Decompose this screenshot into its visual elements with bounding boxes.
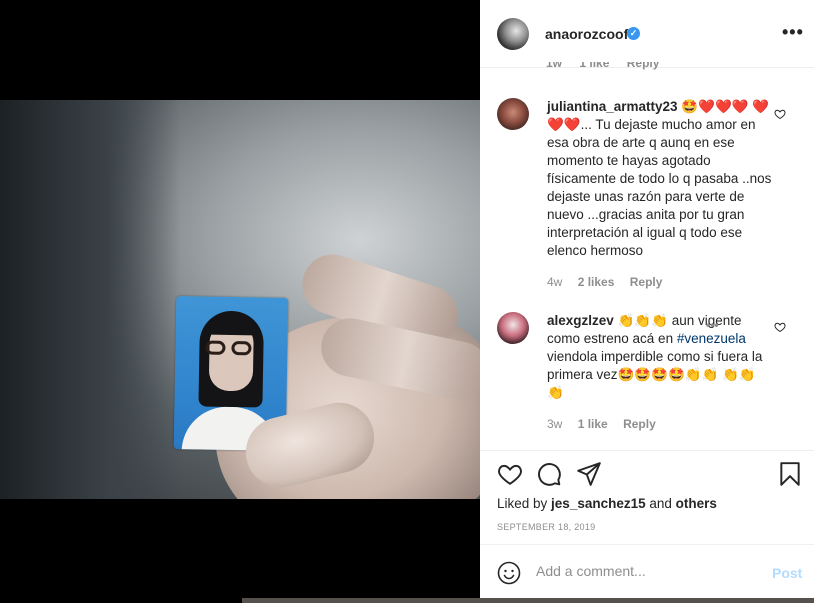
commenter-avatar[interactable]	[497, 98, 529, 130]
background-strip	[242, 598, 814, 603]
reply-button[interactable]: Reply	[630, 275, 663, 289]
liked-by: Liked by jes_sanchez15 and others	[497, 496, 717, 511]
comment-input[interactable]	[536, 563, 756, 579]
more-options-icon[interactable]: •••	[782, 22, 804, 43]
post-button[interactable]: Post	[772, 565, 802, 581]
author-username[interactable]: anaorozcoof	[545, 26, 628, 42]
comment-likes[interactable]: 1 like	[578, 417, 608, 431]
add-comment-bar: Post	[480, 544, 814, 603]
post-date[interactable]: SEPTEMBER 18, 2019	[497, 522, 595, 532]
liked-by-user[interactable]: jes_sanchez15	[551, 496, 646, 511]
post-media[interactable]	[0, 0, 480, 603]
hashtag-link[interactable]: #venezuela	[677, 331, 746, 346]
post-header: anaorozcoof ✓ •••	[480, 0, 814, 68]
verified-badge-icon: ✓	[627, 27, 640, 40]
bookmark-icon[interactable]	[777, 461, 803, 487]
cut-comment-meta: 1w 1 like Reply	[546, 62, 673, 74]
comment-text-after: viendola imperdible como si fuera la pri…	[547, 349, 763, 400]
comment-time: 4w	[547, 275, 563, 289]
post-sidebar: anaorozcoof ✓ ••• 1w 1 like Reply julian…	[480, 0, 814, 603]
video-frame[interactable]	[0, 100, 480, 499]
comment-username[interactable]: alexgzlzev	[547, 313, 614, 328]
comment-time: 3w	[547, 417, 563, 431]
comment-username[interactable]: juliantina_armatty23	[547, 99, 678, 114]
liked-by-middle: and	[645, 496, 676, 511]
author-avatar[interactable]	[497, 18, 529, 50]
background-blur	[0, 100, 180, 499]
heart-icon[interactable]	[497, 461, 523, 487]
comment-icon[interactable]	[536, 461, 562, 487]
photo-glasses	[205, 340, 259, 358]
comment-meta: 3w 1 like Reply	[547, 417, 668, 431]
cut-likes[interactable]: 1 like	[579, 62, 609, 70]
cut-time: 1w	[546, 62, 563, 70]
comment-likes[interactable]: 2 likes	[578, 275, 615, 289]
share-icon[interactable]	[576, 461, 602, 487]
comment-body: juliantina_armatty23 🤩❤️❤️❤️ ❤️❤️❤️... T…	[547, 98, 772, 260]
comment-like-icon[interactable]	[774, 321, 786, 333]
comment-text: 🤩❤️❤️❤️ ❤️❤️❤️... Tu dejaste mucho amor …	[547, 99, 772, 258]
liked-by-others[interactable]: others	[676, 496, 717, 511]
comment-meta: 4w 2 likes Reply	[547, 275, 674, 289]
commenter-avatar[interactable]	[497, 312, 529, 344]
emoji-icon[interactable]	[497, 561, 521, 585]
photo-bangs	[207, 314, 257, 336]
more-options-icon[interactable]: •••	[706, 318, 719, 332]
comment-like-icon[interactable]	[774, 108, 786, 120]
liked-by-prefix: Liked by	[497, 496, 552, 511]
comment-body: alexgzlzev 👏👏👏 aun vigente como estreno …	[547, 312, 772, 402]
cut-reply[interactable]: Reply	[627, 62, 660, 70]
reply-button[interactable]: Reply	[623, 417, 656, 431]
